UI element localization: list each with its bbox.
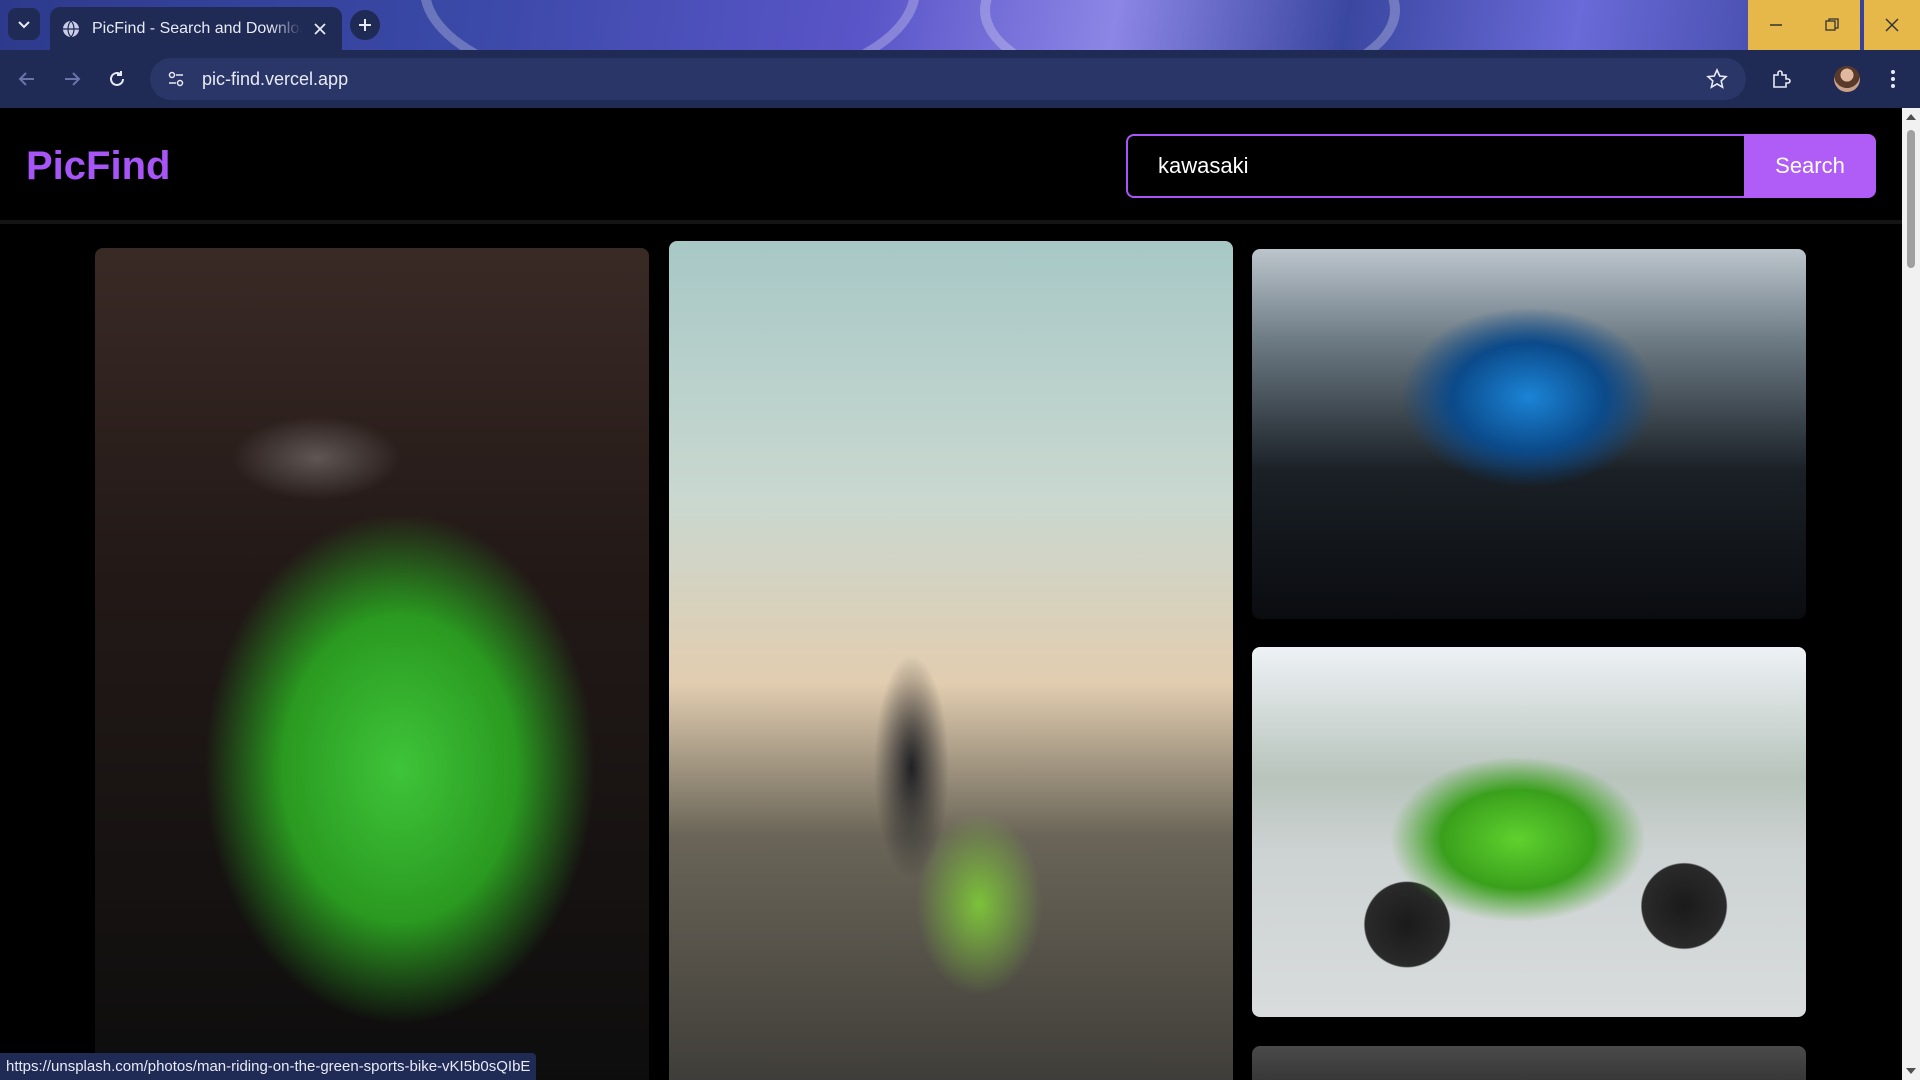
chevron-down-icon xyxy=(18,21,30,29)
star-icon xyxy=(1706,68,1728,89)
browser-tab-strip: PicFind - Search and Download xyxy=(0,0,1920,50)
plus-icon xyxy=(359,19,371,31)
extensions-button[interactable] xyxy=(1766,64,1796,94)
photo-card-partial[interactable] xyxy=(1252,1046,1806,1080)
tab-close-button[interactable] xyxy=(310,19,330,39)
url-text[interactable]: pic-find.vercel.app xyxy=(202,69,348,90)
scroll-thumb[interactable] xyxy=(1907,130,1915,268)
restore-button[interactable] xyxy=(1804,0,1860,50)
app-header: PicFind Search xyxy=(0,108,1902,224)
arrow-left-icon xyxy=(18,72,34,86)
photo-card-green-ninja-400[interactable] xyxy=(95,248,649,1080)
more-vertical-icon xyxy=(1891,70,1895,88)
page-scrollbar[interactable] xyxy=(1902,108,1920,1080)
minimize-button[interactable] xyxy=(1748,0,1804,50)
search-form: Search xyxy=(1126,134,1876,198)
photo-card-rider-green-sports-bike[interactable] xyxy=(669,241,1233,1080)
close-window-button[interactable] xyxy=(1864,0,1920,50)
close-icon xyxy=(314,22,326,35)
profile-button[interactable] xyxy=(1832,64,1862,94)
avatar xyxy=(1834,66,1860,92)
scroll-down-arrow[interactable] xyxy=(1906,1068,1916,1074)
background-decoration xyxy=(420,0,920,50)
puzzle-icon xyxy=(1773,70,1791,88)
tab-title: PicFind - Search and Download xyxy=(92,19,302,37)
scroll-up-arrow[interactable] xyxy=(1906,114,1916,120)
new-tab-button[interactable] xyxy=(350,10,380,40)
app-logo[interactable]: PicFind xyxy=(26,144,170,189)
reload-icon xyxy=(110,71,124,86)
tab-search-button[interactable] xyxy=(8,8,40,40)
photo-card-green-ninja-outdoor[interactable] xyxy=(1252,647,1806,1017)
site-info-button[interactable] xyxy=(164,67,188,91)
tune-icon xyxy=(168,71,184,87)
browser-menu-button[interactable] xyxy=(1878,64,1908,94)
browser-tab[interactable]: PicFind - Search and Download xyxy=(50,7,342,50)
back-button[interactable] xyxy=(12,64,42,94)
address-bar[interactable]: pic-find.vercel.app xyxy=(150,58,1746,100)
search-button[interactable]: Search xyxy=(1744,134,1876,198)
forward-button[interactable] xyxy=(57,64,87,94)
background-decoration xyxy=(980,0,1400,50)
bookmark-button[interactable] xyxy=(1706,68,1728,95)
photo-card-blue-kawasaki[interactable] xyxy=(1252,249,1806,619)
close-icon xyxy=(1885,18,1899,32)
reload-button[interactable] xyxy=(102,64,132,94)
browser-toolbar: pic-find.vercel.app xyxy=(0,50,1920,108)
link-status-bar: https://unsplash.com/photos/man-riding-o… xyxy=(0,1053,537,1080)
arrow-right-icon xyxy=(65,72,81,86)
restore-icon xyxy=(1825,18,1839,31)
globe-icon xyxy=(63,20,79,37)
search-input[interactable] xyxy=(1126,134,1744,198)
minimize-icon xyxy=(1770,24,1782,26)
page-content: PicFind Search xyxy=(0,108,1902,1080)
